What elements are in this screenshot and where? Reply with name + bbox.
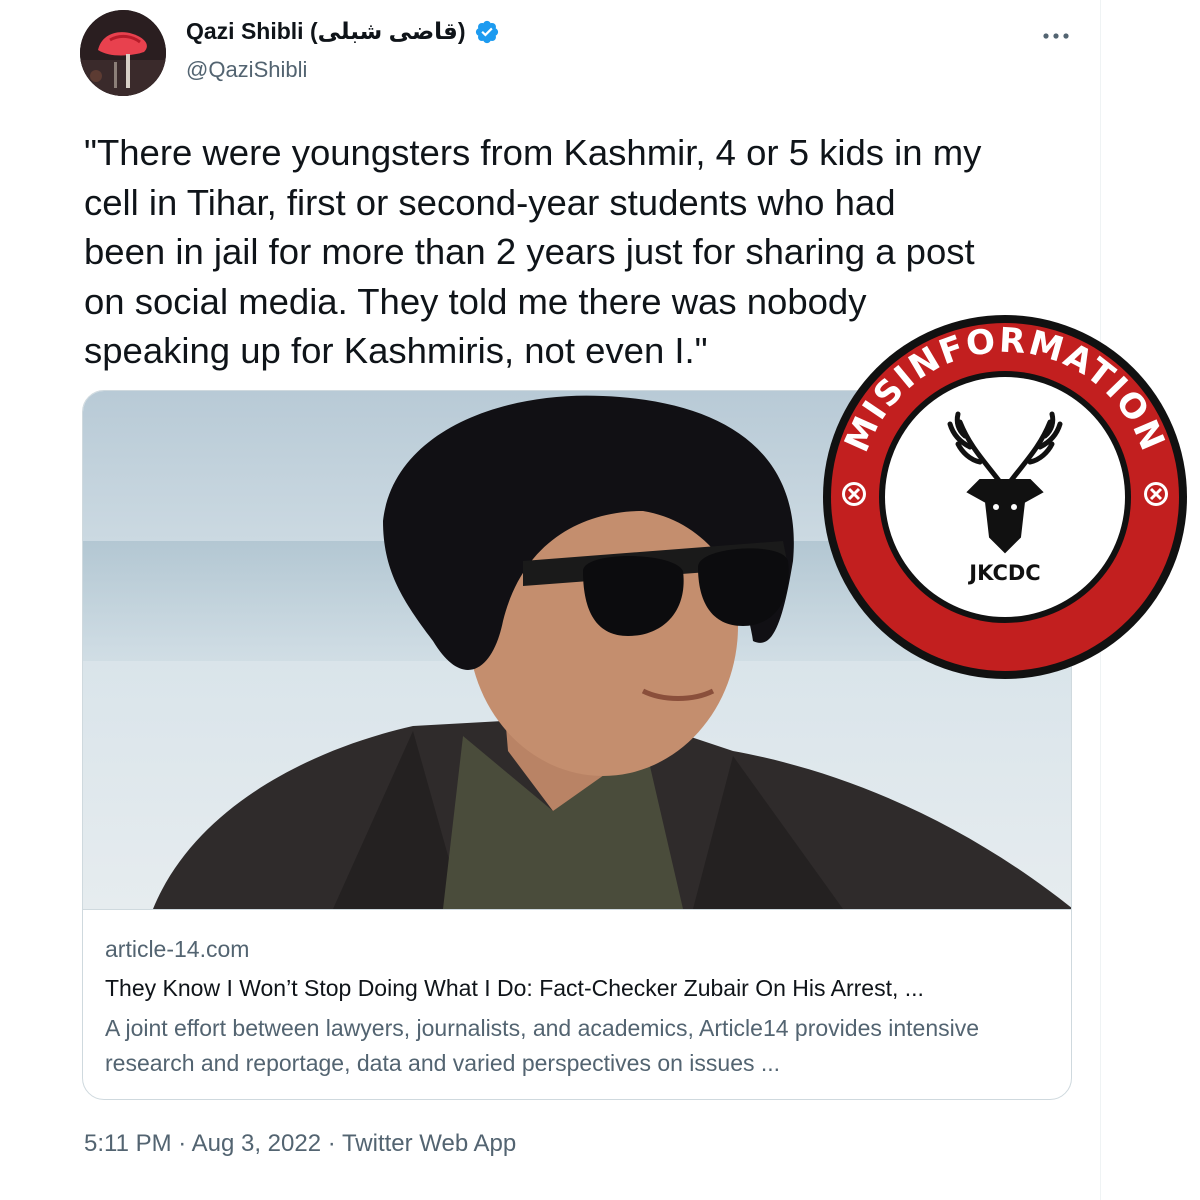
misinformation-stamp: MISINFORMATION JKCDC	[820, 312, 1190, 682]
verified-badge-icon	[475, 20, 498, 43]
tweet-timestamp[interactable]: 5:11 PM · Aug 3, 2022 · Twitter Web App	[84, 1130, 516, 1158]
more-options-button[interactable]	[1040, 24, 1072, 48]
x-circle-icon	[842, 482, 866, 506]
x-circle-icon	[1144, 482, 1168, 506]
avatar-image	[80, 10, 166, 96]
avatar[interactable]	[80, 10, 166, 96]
author-display-name[interactable]: Qazi Shibli (قاضی شبلی)	[186, 18, 466, 45]
card-description: A joint effort between lawyers, journali…	[105, 1015, 980, 1076]
card-title: They Know I Won’t Stop Doing What I Do: …	[105, 975, 924, 1001]
author-name-row[interactable]: Qazi Shibli (قاضی شبلی)	[186, 18, 500, 45]
card-divider	[83, 909, 1071, 910]
more-dots-icon	[1043, 33, 1069, 39]
card-domain: article-14.com	[105, 936, 250, 962]
stamp-brand-text: JKCDC	[967, 561, 1040, 585]
author-handle[interactable]: @QaziShibli	[186, 57, 307, 83]
